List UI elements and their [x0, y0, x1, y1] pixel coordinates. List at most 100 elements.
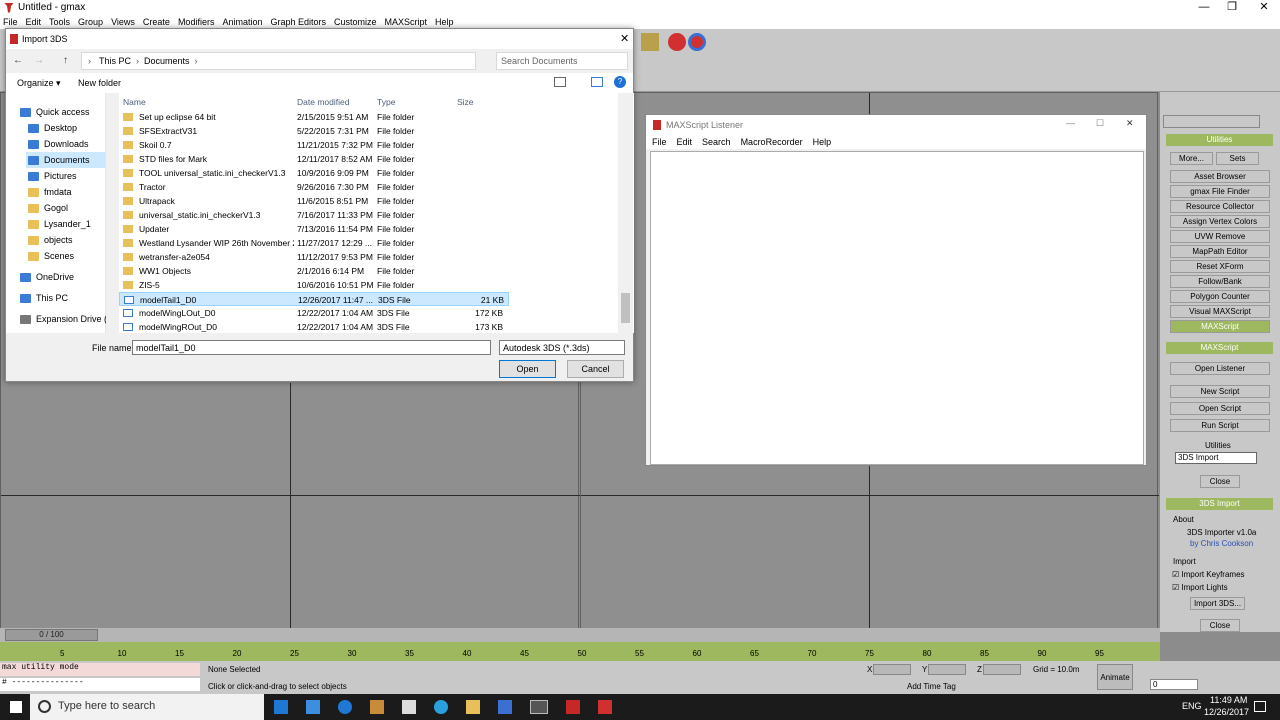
store-icon[interactable] [306, 700, 320, 714]
visual-maxscript-button[interactable]: Visual MAXScript [1170, 305, 1270, 318]
utilities-rollout-header[interactable]: Utilities [1166, 134, 1273, 146]
organize-button[interactable]: Organize ▾ [17, 78, 61, 89]
back-arrow-icon[interactable]: ← [13, 55, 23, 66]
mail-icon[interactable] [402, 700, 416, 714]
folder-row[interactable]: universal_static.ini_checkerV1.3 7/16/201… [119, 208, 509, 222]
folder-row[interactable]: Updater 7/13/2016 11:54 PM File folder [119, 222, 509, 236]
nav-lysander[interactable]: Lysander_1 [28, 216, 91, 232]
nav-onedrive[interactable]: OneDrive [20, 269, 74, 285]
filename-input[interactable]: modelTail1_D0 [132, 340, 491, 355]
frame-counter[interactable]: 0 / 100 [5, 629, 98, 641]
breadcrumb-this-pc[interactable]: This PC [99, 56, 131, 66]
menu-help[interactable]: Help [435, 17, 454, 27]
object-name-field[interactable] [1163, 115, 1260, 128]
aol-icon[interactable] [498, 700, 512, 714]
uvw-remove-button[interactable]: UVW Remove [1170, 230, 1270, 243]
folder-row[interactable]: Tractor 9/26/2016 7:30 PM File folder [119, 180, 509, 194]
z-coord-field[interactable] [983, 664, 1021, 675]
col-name[interactable]: Name [123, 97, 146, 107]
track-bar[interactable]: 5 10 15 20 25 30 35 40 45 50 55 60 65 70 75 80 85 90 95 [0, 642, 1160, 661]
app-icon[interactable] [434, 700, 448, 714]
menu-edit[interactable]: Edit [26, 17, 42, 27]
folder-row[interactable]: STD files for Mark 12/11/2017 8:52 AM File… [119, 152, 509, 166]
maxscript-rollout-header[interactable]: MAXScript [1166, 342, 1273, 354]
reset-xform-button[interactable]: Reset XForm [1170, 260, 1270, 273]
more-button[interactable]: More... [1170, 152, 1213, 165]
listener-menu-file[interactable]: File [652, 137, 667, 147]
quick-render-icon[interactable] [688, 33, 706, 51]
folder-row[interactable]: Ultrapack 11/6/2015 8:51 PM File folder [119, 194, 509, 208]
explorer-icon[interactable] [466, 700, 480, 714]
run-script-button[interactable]: Run Script [1170, 419, 1270, 432]
tool-icon[interactable] [641, 33, 659, 51]
menu-views[interactable]: Views [111, 17, 135, 27]
menu-create[interactable]: Create [143, 17, 170, 27]
windows-start-icon[interactable] [10, 701, 22, 713]
media-icon[interactable] [370, 700, 384, 714]
polygon-counter-button[interactable]: Polygon Counter [1170, 290, 1270, 303]
current-frame-field[interactable]: 0 [1150, 679, 1198, 690]
menu-maxscript[interactable]: MAXScript [385, 17, 428, 27]
open-listener-button[interactable]: Open Listener [1170, 362, 1270, 375]
language-indicator[interactable]: ENG [1182, 701, 1202, 711]
follow-bank-button[interactable]: Follow/Bank [1170, 275, 1270, 288]
clock-date[interactable]: 12/26/2017 [1204, 707, 1249, 717]
forward-arrow-icon[interactable]: → [34, 55, 44, 66]
menu-graph-editors[interactable]: Graph Editors [270, 17, 326, 27]
ie-icon[interactable] [338, 700, 352, 714]
window-icon[interactable] [530, 700, 548, 714]
sets-button[interactable]: Sets [1216, 152, 1259, 165]
assign-vertex-colors-button[interactable]: Assign Vertex Colors [1170, 215, 1270, 228]
col-type[interactable]: Type [377, 97, 395, 107]
close-button[interactable]: ✕ [1248, 0, 1280, 15]
search-input[interactable]: Search Documents [496, 52, 628, 70]
listener-menu-edit[interactable]: Edit [677, 137, 693, 147]
listener-menu-macrorecorder[interactable]: MacroRecorder [741, 137, 803, 147]
render-icon[interactable] [668, 33, 686, 51]
menu-group[interactable]: Group [78, 17, 103, 27]
folder-row[interactable]: Westland Lysander WIP 26th November 2...… [119, 236, 509, 250]
file-finder-button[interactable]: gmax File Finder [1170, 185, 1270, 198]
nav-downloads[interactable]: Downloads [28, 136, 89, 152]
nav-desktop[interactable]: Desktop [28, 120, 77, 136]
menu-tools[interactable]: Tools [49, 17, 70, 27]
new-script-button[interactable]: New Script [1170, 385, 1270, 398]
restore-button[interactable]: ❐ [1216, 0, 1248, 15]
animate-button[interactable]: Animate [1097, 664, 1133, 690]
file-list-scrollbar[interactable] [618, 93, 633, 333]
resource-collector-button[interactable]: Resource Collector [1170, 200, 1270, 213]
folder-row[interactable]: Set up eclipse 64 bit 2/15/2015 9:51 AM Fi… [119, 110, 509, 124]
file-row[interactable]: modelWingROut_D0 12/22/2017 1:04 AM 3DS Fi… [119, 320, 509, 333]
gmax-taskbar-icon[interactable] [566, 700, 580, 714]
help-icon[interactable]: ? [614, 76, 626, 88]
listener-menu-help[interactable]: Help [813, 137, 832, 147]
breadcrumb-documents[interactable]: Documents [144, 56, 190, 66]
3ds-import-rollout-header[interactable]: 3DS Import [1166, 498, 1273, 510]
folder-row[interactable]: wetransfer-a2e054 11/12/2017 9:53 PM File … [119, 250, 509, 264]
menu-file[interactable]: File [3, 17, 18, 27]
x-coord-field[interactable] [873, 664, 911, 675]
app-red-icon[interactable] [598, 700, 612, 714]
y-coord-field[interactable] [928, 664, 966, 675]
listener-maximize-button[interactable]: ☐ [1096, 118, 1104, 129]
nav-documents[interactable]: Documents [26, 152, 106, 168]
nav-objects[interactable]: objects [28, 232, 73, 248]
folder-row[interactable]: ZIS-5 10/6/2016 10:51 PM File folder [119, 278, 509, 292]
file-row[interactable]: modelTail1_D0 12/26/2017 11:47 ... 3DS Fil… [119, 292, 509, 306]
menu-customize[interactable]: Customize [334, 17, 377, 27]
close-import-button[interactable]: Close [1200, 619, 1240, 632]
new-folder-button[interactable]: New folder [78, 78, 121, 88]
preview-pane-icon[interactable] [591, 77, 603, 87]
notifications-icon[interactable] [1254, 701, 1266, 712]
folder-row[interactable]: SFSExtractV31 5/22/2015 7:31 PM File folde… [119, 124, 509, 138]
nav-expansion-drive[interactable]: Expansion Drive (C [20, 311, 114, 327]
open-button[interactable]: Open [499, 360, 556, 378]
edge-icon[interactable] [274, 700, 288, 714]
open-script-button[interactable]: Open Script [1170, 402, 1270, 415]
time-slider[interactable]: 0 / 100 [0, 628, 1160, 642]
listener-text-area[interactable] [650, 151, 1144, 465]
view-options-icon[interactable] [554, 77, 566, 87]
asset-browser-button[interactable]: Asset Browser [1170, 170, 1270, 183]
filetype-select[interactable]: Autodesk 3DS (*.3ds) [499, 340, 625, 355]
listener-minimize-button[interactable]: — [1066, 118, 1075, 128]
